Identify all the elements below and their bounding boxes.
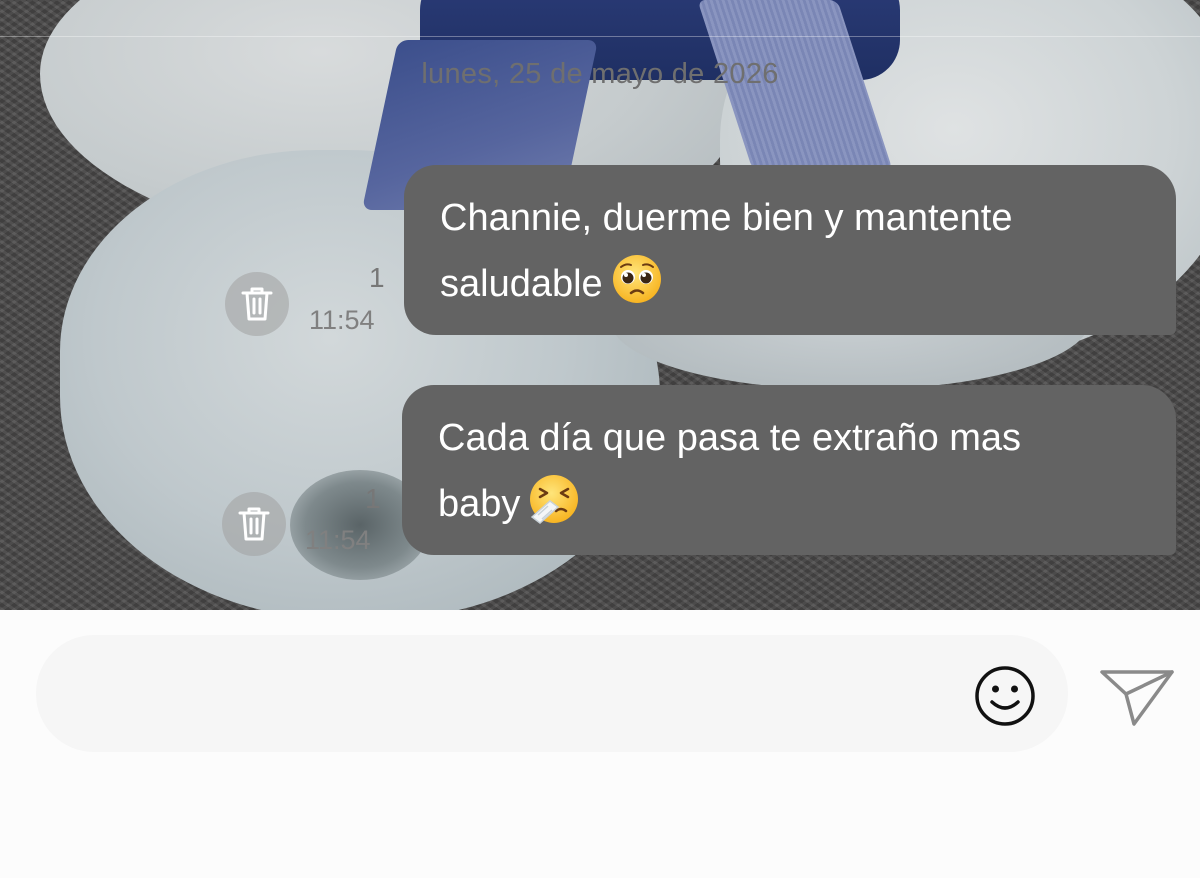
message-text-line: Cada día que pasa te extraño mas	[438, 417, 1022, 459]
message-input[interactable]	[76, 635, 960, 754]
message-text: baby	[438, 483, 521, 525]
trash-icon	[238, 507, 270, 541]
message-bubble[interactable]: Channie, duerme bien y mantente saludabl…	[404, 165, 1176, 335]
smiley-icon	[975, 666, 1035, 726]
message-text-line: Channie, duerme bien y mantente	[440, 197, 1013, 239]
delete-message-button[interactable]	[225, 272, 289, 336]
message-bubble[interactable]: Cada día que pasa te extraño mas baby	[402, 385, 1176, 555]
chat-screen: lunes, 25 de mayo de 2026 1 11:54 Channi…	[0, 0, 1200, 878]
send-button[interactable]	[1098, 662, 1176, 728]
message-time: 11:54	[305, 525, 371, 555]
divider	[0, 36, 1200, 37]
date-separator: lunes, 25 de mayo de 2026	[421, 58, 779, 90]
message-input-container[interactable]	[36, 635, 1068, 754]
pleading-face-emoji	[612, 255, 661, 303]
message-composer	[0, 610, 1200, 878]
read-receipt-count: 1	[365, 483, 381, 514]
sneezing-face-emoji	[530, 475, 579, 524]
message-time: 11:54	[309, 305, 375, 335]
delete-message-button[interactable]	[222, 492, 286, 556]
message-text: saludable	[440, 263, 603, 305]
trash-icon	[241, 287, 273, 321]
emoji-button[interactable]	[973, 664, 1037, 728]
chat-background: lunes, 25 de mayo de 2026 1 11:54 Channi…	[0, 0, 1200, 610]
message-text-line: baby	[438, 471, 1142, 537]
paper-plane-icon	[1100, 670, 1174, 726]
message-text-line: saludable	[440, 251, 1142, 317]
read-receipt-count: 1	[369, 262, 385, 293]
